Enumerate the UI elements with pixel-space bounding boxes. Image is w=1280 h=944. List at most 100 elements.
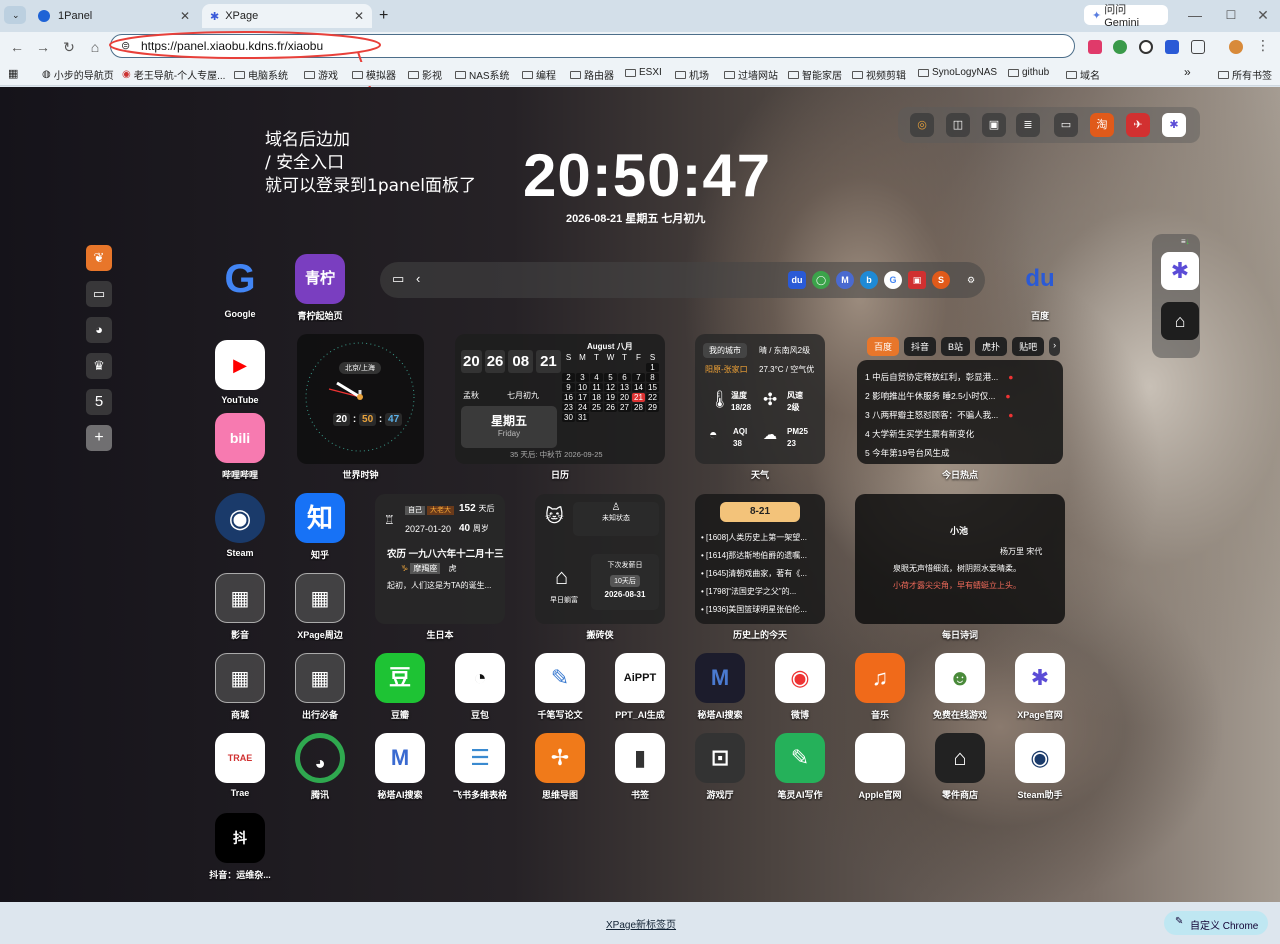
calendar-day[interactable]: 31 <box>576 413 589 422</box>
calendar-day[interactable]: 28 <box>632 403 645 412</box>
history-item[interactable]: • [1936]美国篮球明星张伯伦... <box>701 601 807 619</box>
app-tile[interactable]: AiPPT PPT_AI生成 <box>608 653 672 721</box>
bookmark-folder[interactable]: 智能家居 <box>788 67 842 82</box>
calendar-day[interactable]: 27 <box>618 403 631 412</box>
app-tile[interactable]: ✎ 笔灵AI写作 <box>768 733 832 801</box>
folder-shop[interactable]: ▦ 商城 <box>208 653 272 721</box>
calendar-day[interactable]: 24 <box>576 403 589 412</box>
extensions-puzzle-icon[interactable] <box>1191 40 1205 54</box>
app-icon[interactable]: ✈ <box>1126 113 1150 137</box>
app-tile[interactable]: ◔ 豆包 <box>448 653 512 721</box>
add-page-button[interactable]: + <box>86 425 112 451</box>
extension-icon[interactable] <box>1139 40 1153 54</box>
layout-icon[interactable]: ◫ <box>946 113 970 137</box>
close-window-button[interactable]: ✕ <box>1254 6 1272 24</box>
app-tile[interactable]: ✱ XPage官网 <box>1008 653 1072 721</box>
app-steam[interactable]: ◉ Steam <box>208 493 272 558</box>
home-button[interactable]: ⌂ <box>86 38 104 56</box>
calendar-day[interactable]: 30 <box>562 413 575 422</box>
leaf-icon[interactable]: ❦ <box>86 245 112 271</box>
calendar-day[interactable]: 5 <box>604 373 617 382</box>
forward-button[interactable]: → <box>34 38 52 56</box>
calendar-day[interactable]: 16 <box>562 393 575 402</box>
salary-widget[interactable]: 🐱︎ ♙ 未知状态 ⌂ 早日躺富 下次发薪日 10天后 2026-08-31 <box>535 494 665 624</box>
calendar-day[interactable]: 12 <box>604 383 617 392</box>
calendar-day[interactable]: 8 <box>646 373 659 382</box>
folder-travel[interactable]: ▦ 出行必备 <box>288 653 352 721</box>
folder-icon[interactable]: ▭ <box>392 271 404 287</box>
monitor-icon[interactable]: ▭ <box>86 281 112 307</box>
world-clock-widget[interactable]: 北京/上海 20 : 50 : 47 <box>297 334 424 464</box>
tab-xpage[interactable]: ✱ XPage ✕ <box>202 4 372 28</box>
wallpaper-icon[interactable]: ▣ <box>982 113 1006 137</box>
app-zhihu[interactable]: 知 知乎 <box>288 493 352 561</box>
sun-icon[interactable]: ◎ <box>910 113 934 137</box>
taobao-icon[interactable]: 淘 <box>1090 113 1114 137</box>
poem-widget[interactable]: 小池 杨万里 宋代 泉眼无声惜细流，树阴照水爱晴柔。 小荷才露尖尖角，早有蜻蜓立… <box>855 494 1065 624</box>
bookmark-folder[interactable]: 影视 <box>408 67 442 82</box>
calendar-day[interactable]: 23 <box>562 403 575 412</box>
xpage-icon[interactable]: ✱ <box>1161 252 1199 290</box>
folder-xpage[interactable]: ▦ XPage周边 <box>288 573 352 641</box>
bookmark-folder[interactable]: github <box>1008 67 1049 78</box>
calendar-day[interactable]: 1 <box>646 363 659 372</box>
bookmark-folder[interactable]: 过墙网站 <box>724 67 778 82</box>
baidu-engine-icon[interactable]: du <box>788 271 806 289</box>
calendar-day[interactable]: 2 <box>562 373 575 382</box>
maximize-button[interactable]: ☐ <box>1222 6 1240 24</box>
menu-icon[interactable]: ≡↓ <box>1181 237 1190 246</box>
store-icon[interactable]: ⌂ <box>1161 302 1199 340</box>
engine-icon[interactable]: ▣ <box>908 271 926 289</box>
bookmark-folder[interactable]: ESXI <box>625 67 662 78</box>
history-item[interactable]: • [1645]清朝戏曲家，著有《... <box>701 565 807 583</box>
calendar-day[interactable]: 21 <box>632 393 645 402</box>
hot-tab[interactable]: 抖音 <box>904 337 937 356</box>
app-baidu[interactable]: du 百度 <box>1008 254 1072 322</box>
calendar-day[interactable]: 22 <box>646 393 659 402</box>
hot-item[interactable]: 5 今年第19号台风生成 <box>865 444 1013 463</box>
calendar-day[interactable]: 26 <box>604 403 617 412</box>
back-button[interactable]: ← <box>8 38 26 56</box>
close-icon[interactable]: ✕ <box>354 9 364 23</box>
bookmark-folder[interactable]: 路由器 <box>570 67 614 82</box>
calendar-day[interactable]: 20 <box>618 393 631 402</box>
bookmark-folder[interactable]: 机场 <box>675 67 709 82</box>
sidebar-page-number[interactable]: 5 <box>86 389 112 415</box>
extension-icon[interactable] <box>1113 40 1127 54</box>
app-google[interactable]: G Google <box>208 254 272 319</box>
bookmarks-overflow-icon[interactable]: » <box>1184 65 1191 79</box>
history-widget[interactable]: 8-21 • [1608]人类历史上第一架望... • [1614]那达斯地伯爵… <box>695 494 825 624</box>
app-trae[interactable]: TRAE Trae <box>208 733 272 798</box>
calendar-day[interactable]: 6 <box>618 373 631 382</box>
bookmark-folder[interactable]: 电脑系统 <box>234 67 288 82</box>
calendar-day[interactable]: 4 <box>590 373 603 382</box>
message-icon[interactable]: ▭ <box>1054 113 1078 137</box>
bookmark-folder[interactable]: 视频剪辑 <box>852 67 906 82</box>
bookmark-folder[interactable]: 编程 <box>522 67 556 82</box>
folder-media[interactable]: ▦ 影音 <box>208 573 272 641</box>
new-tab-button[interactable]: + <box>376 4 396 28</box>
app-tile[interactable]: ◉ 微博 <box>768 653 832 721</box>
gemini-button[interactable]: ✦ 问问 Gemini <box>1084 4 1168 29</box>
tab-search-button[interactable]: ⌄ <box>4 6 26 24</box>
minimize-button[interactable]: — <box>1186 6 1204 24</box>
search-bar[interactable]: ▭ ‹ du ◯ M b G ▣ S ⚙ <box>380 262 985 298</box>
app-bilibili[interactable]: bili 哔哩哔哩 <box>208 413 272 481</box>
palette-icon[interactable]: ◕ <box>86 317 112 343</box>
app-tile[interactable]: ⌂ 零件商店 <box>928 733 992 801</box>
crown-icon[interactable]: ♛ <box>86 353 112 379</box>
xpage-link[interactable]: XPage新标签页 <box>606 916 676 931</box>
calendar-day[interactable]: 18 <box>590 393 603 402</box>
app-qingning[interactable]: 青柠 青柠起始页 <box>288 254 352 322</box>
reload-button[interactable]: ↻ <box>60 38 78 56</box>
extension-icon[interactable] <box>1088 40 1102 54</box>
hot-tab[interactable]: 虎扑 <box>975 337 1008 356</box>
app-tile[interactable]: ✢ 思维导图 <box>528 733 592 801</box>
history-item[interactable]: • [1798]“法国史学之父”的... <box>701 583 807 601</box>
close-icon[interactable]: ✕ <box>180 9 190 23</box>
hot-tab[interactable]: 贴吧 <box>1012 337 1045 356</box>
bookmark-folder[interactable]: NAS系统 <box>455 67 510 82</box>
app-tile[interactable]: ▮ 书签 <box>608 733 672 801</box>
hot-item[interactable]: 3 八两秤瓣主怒怼顾客：不骗人我... ● <box>865 406 1013 425</box>
password-manager-icon[interactable] <box>1165 40 1179 54</box>
